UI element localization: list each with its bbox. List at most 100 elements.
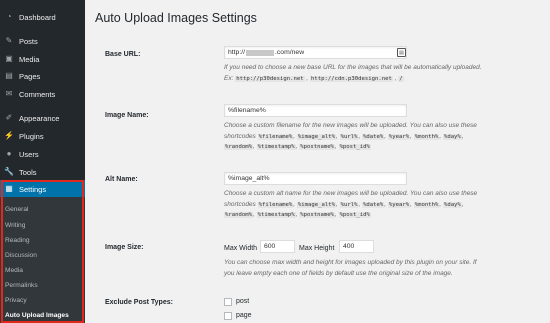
dashboard-icon: ◔: [6, 12, 12, 21]
submenu-item-general[interactable]: General: [5, 203, 28, 215]
shortcode: %day%: [442, 133, 462, 140]
alt-name-value: %image_alt%: [228, 175, 270, 182]
max-height-input[interactable]: 400: [339, 240, 374, 253]
sidebar-item-label: Plugins: [19, 131, 44, 141]
base-url-example-3: /: [398, 75, 404, 82]
submenu-item-auto-upload-images[interactable]: Auto Upload Images: [5, 309, 69, 321]
plug-icon: ⚡: [4, 131, 14, 140]
post-type-checkbox-post[interactable]: [224, 298, 232, 306]
sidebar-item-media[interactable]: ▣ Media: [0, 51, 85, 67]
settings-icon: ▦: [5, 184, 13, 193]
sidebar-item-label: Users: [19, 149, 39, 159]
exclude-post-types-label: Exclude Post Types:: [105, 299, 173, 306]
image-name-codes-line1: shortcodes %filename%, %image_alt%, %url…: [224, 132, 464, 140]
image-name-description: Choose a custom filename for the new ima…: [224, 121, 544, 153]
sidebar-item-label: Settings: [19, 184, 47, 194]
submenu-item-media[interactable]: Media: [5, 264, 23, 276]
page-title: Auto Upload Images Settings: [95, 11, 257, 25]
sidebar-item-label: Media: [19, 54, 40, 64]
submenu-item-permalinks[interactable]: Permalinks: [5, 279, 38, 291]
shortcode: %url%: [339, 201, 359, 208]
brush-icon: ✐: [5, 113, 13, 122]
shortcode: %month%: [413, 133, 440, 140]
post-type-label-post: post: [236, 298, 250, 305]
shortcode: %postname%: [299, 144, 335, 150]
shortcode: %filename%: [257, 133, 294, 140]
pin-icon: ✎: [5, 36, 13, 45]
sidebar-item-comments[interactable]: ✉ Comments: [0, 86, 85, 102]
submenu-item-writing[interactable]: Writing: [5, 219, 25, 231]
submenu-item-discussion[interactable]: Discussion: [5, 249, 37, 261]
image-name-codes-line2: %random%, %timestamp%, %postname%, %post…: [224, 143, 371, 150]
sidebar-item-label: Appearance: [19, 113, 60, 123]
alt-name-label: Alt Name:: [105, 176, 138, 183]
sidebar-item-label: Comments: [19, 89, 56, 99]
sidebar-item-tools[interactable]: 🔧 Tools: [0, 164, 85, 180]
sidebar-item-label: Dashboard: [19, 12, 56, 22]
image-name-desc-line1: Choose a custom filename for the new ima…: [224, 122, 477, 129]
shortcode: %year%: [387, 201, 411, 208]
shortcode: %postname%: [299, 212, 335, 218]
sidebar-item-plugins[interactable]: ⚡ Plugins: [0, 128, 85, 144]
shortcode: %day%: [442, 201, 462, 208]
image-name-label: Image Name:: [105, 112, 149, 119]
shortcode: %filename%: [257, 201, 294, 208]
submenu-item-reading[interactable]: Reading: [5, 234, 30, 246]
admin-sidebar: ◔ Dashboard ✎ Posts ▣ Media ▤ Pages ✉ Co…: [0, 0, 85, 323]
alt-name-codes-line2: %random%, %timestamp%, %postname%, %post…: [224, 211, 371, 218]
image-size-desc-line2: you leave empty each one of fields by de…: [224, 269, 453, 277]
alt-name-input[interactable]: %image_alt%: [224, 172, 407, 185]
alt-name-description: Choose a custom alt name for the new ima…: [224, 189, 544, 221]
sidebar-item-label: Tools: [19, 167, 37, 177]
shortcode: %post_id%: [338, 212, 371, 218]
image-size-desc-line1: You can choose max width and height for …: [224, 259, 477, 266]
max-height-label: Max Height: [299, 245, 335, 252]
post-type-checkbox-page[interactable]: [224, 312, 232, 320]
contact-card-icon: ▤: [397, 48, 406, 57]
image-name-input[interactable]: %filename%: [224, 104, 407, 117]
submenu-item-privacy[interactable]: Privacy: [5, 294, 27, 306]
image-name-value: %filename%: [228, 107, 266, 114]
sidebar-item-posts[interactable]: ✎ Posts: [0, 33, 85, 49]
sidebar-item-settings[interactable]: ▦ Settings: [0, 180, 85, 198]
shortcode: %timestamp%: [256, 144, 296, 150]
image-size-label: Image Size:: [105, 244, 144, 251]
post-type-label-page: page: [236, 312, 252, 319]
image-size-description: You can choose max width and height for …: [224, 258, 544, 279]
base-url-value-suffix: .com/new: [275, 49, 305, 56]
shortcode: %post_id%: [338, 144, 371, 150]
shortcodes-label: shortcodes: [224, 132, 256, 140]
shortcode: %url%: [339, 133, 359, 140]
base-url-value: http://: [228, 49, 246, 56]
shortcode: %image_alt%: [296, 201, 336, 208]
shortcode: %month%: [413, 201, 440, 208]
alt-name-codes-line1: shortcodes %filename%, %image_alt%, %url…: [224, 200, 464, 208]
shortcode: %date%: [362, 201, 385, 208]
max-width-value: 600: [264, 243, 276, 250]
max-height-value: 400: [343, 243, 355, 250]
max-width-input[interactable]: 600: [260, 240, 295, 253]
sidebar-item-appearance[interactable]: ✐ Appearance: [0, 110, 85, 126]
user-icon: ●: [6, 149, 12, 158]
alt-name-desc-line1: Choose a custom alt name for the new ima…: [224, 190, 478, 197]
sidebar-item-label: Pages: [19, 71, 41, 81]
shortcode: %date%: [362, 133, 385, 140]
base-url-label: Base URL:: [105, 51, 141, 58]
page-icon: ▤: [5, 71, 13, 80]
base-url-description: If you need to choose a new base URL for…: [224, 63, 544, 84]
sidebar-item-pages[interactable]: ▤ Pages: [0, 68, 85, 84]
base-url-input[interactable]: http:// .com/new ▤: [224, 46, 407, 59]
base-url-desc-line2: Ex: http://p30design.net , http://cdn.p3…: [224, 74, 404, 82]
base-url-example-1: http://p30design.net: [235, 75, 305, 82]
main-content: Auto Upload Images Settings Base URL: ht…: [85, 0, 550, 323]
shortcode: %random%: [224, 212, 253, 218]
sidebar-item-dashboard[interactable]: ◔ Dashboard: [0, 9, 85, 25]
max-width-label: Max Width: [224, 245, 258, 252]
sidebar-item-label: Posts: [19, 36, 38, 46]
shortcodes-label: shortcodes: [224, 200, 256, 208]
base-url-ex-prefix: Ex:: [224, 74, 234, 82]
sidebar-item-users[interactable]: ● Users: [0, 146, 85, 162]
shortcode: %random%: [224, 144, 253, 150]
media-icon: ▣: [5, 54, 13, 63]
blurred-domain: [246, 49, 275, 56]
